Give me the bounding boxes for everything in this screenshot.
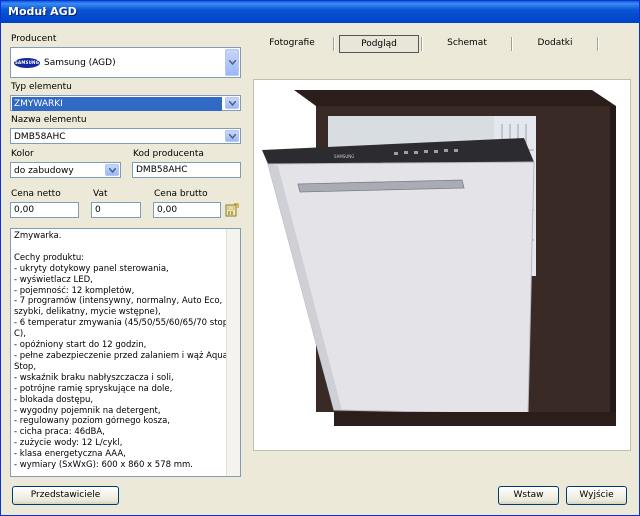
description-line: - pełne zabezpieczenie przed zalaniem i … xyxy=(14,350,228,361)
chevron-down-icon xyxy=(228,100,236,106)
name-select[interactable]: DMB58AHC xyxy=(10,128,241,144)
tab-photos[interactable]: Fotografie xyxy=(253,35,331,53)
name-dropdown-button[interactable] xyxy=(225,130,239,142)
producer-label: Producent xyxy=(11,34,57,44)
app-window: Moduł AGD Producent SAMSUNG Samsung (AGD… xyxy=(0,0,640,516)
tab-separator xyxy=(333,37,335,51)
description-line: - 6 temperatur zmywania (45/50/55/60/65/… xyxy=(14,318,236,329)
producer-select[interactable]: SAMSUNG Samsung (AGD) xyxy=(10,47,241,78)
vat-label: Vat xyxy=(93,189,108,199)
name-value: DMB58AHC xyxy=(14,132,66,142)
product-preview: SAMSUNG xyxy=(253,79,631,451)
description-line xyxy=(14,242,237,253)
type-select[interactable]: ZMYWARKI xyxy=(10,95,241,111)
description-line: szybki, delikatny, mycie wstępne), xyxy=(14,307,161,318)
description-line: - blokada dostępu, xyxy=(14,394,94,405)
dishwasher-image: SAMSUNG xyxy=(262,90,616,426)
description-line: - opóźniony start do 12 godzin, xyxy=(14,340,147,351)
tab-separator xyxy=(597,37,599,51)
tab-separator xyxy=(421,37,423,51)
color-select[interactable]: do zabudowy xyxy=(10,162,121,178)
description-line: - ukryty dotykowy panel sterowania, xyxy=(14,263,169,274)
description-line: - zużycie wody: 12 L/cykl, xyxy=(14,438,123,449)
insert-button[interactable]: Wstaw xyxy=(498,486,559,505)
description-line: - pojemność: 12 kompletów, xyxy=(14,285,135,296)
tab-extras[interactable]: Dodatki xyxy=(515,35,595,53)
description-line: - 7 programów (intensywny, normalny, Aut… xyxy=(14,296,223,307)
producer-dropdown-button[interactable] xyxy=(225,49,239,76)
description-line: - wymiary (SxWxG): 600 x 860 x 578 mm. xyxy=(14,460,193,471)
producer-value: Samsung (AGD) xyxy=(44,58,116,68)
name-label: Nazwa elementu xyxy=(11,115,87,125)
chevron-down-icon xyxy=(108,167,116,173)
color-value: do zabudowy xyxy=(14,166,74,176)
description-textarea[interactable]: Zmywarka. Cechy produktu: - ukryty dotyko… xyxy=(10,228,241,477)
net-price-input[interactable]: 0,00 xyxy=(10,202,79,218)
net-price-label: Cena netto xyxy=(11,189,61,199)
chevron-down-icon xyxy=(228,133,236,139)
type-dropdown-button[interactable] xyxy=(225,97,239,109)
description-scrollbar[interactable] xyxy=(226,229,240,476)
description-line: Zmywarka. xyxy=(14,231,62,241)
description-line: - wyświetlacz LED, xyxy=(14,274,93,285)
appliance-brand: SAMSUNG xyxy=(334,154,354,159)
representatives-button[interactable]: Przedstawiciele xyxy=(12,486,119,505)
tab-scheme[interactable]: Schemat xyxy=(425,35,509,53)
view-tabs: Fotografie Podgląd Schemat Dodatki xyxy=(253,35,631,53)
gross-price-input[interactable]: 0,00 xyxy=(153,202,221,218)
code-input[interactable]: DMB58AHC xyxy=(132,162,241,178)
type-value: ZMYWARKI xyxy=(12,97,222,111)
description-line: Stop, xyxy=(14,361,37,372)
tab-separator xyxy=(511,37,513,51)
vat-input[interactable]: 0 xyxy=(91,202,141,218)
tab-preview[interactable]: Podgląd xyxy=(339,35,419,53)
description-line: - potrójne ramię spryskujące na dole, xyxy=(14,383,173,394)
samsung-logo: SAMSUNG xyxy=(14,58,40,68)
description-line: C), xyxy=(14,329,26,340)
code-label: Kod producenta xyxy=(133,149,204,159)
description-line: - klasa energetyczna AAA, xyxy=(14,449,126,460)
exit-button[interactable]: Wyjście xyxy=(566,486,627,505)
description-text: Zmywarka. Cechy produktu: - ukryty dotyko… xyxy=(14,231,237,471)
description-line: - regulowany poziom górnego kosza, xyxy=(14,416,171,427)
calculator-icon[interactable] xyxy=(225,203,239,217)
description-line: Cechy produktu: xyxy=(14,252,85,263)
chevron-down-icon xyxy=(228,60,236,65)
description-line: - cicha praca: 46dBA, xyxy=(14,427,105,438)
description-line: - wskaźnik braku nabłyszczacza i soli, xyxy=(14,372,174,383)
window-title: Moduł AGD xyxy=(8,5,77,18)
title-bar[interactable]: Moduł AGD xyxy=(1,1,639,23)
gross-price-label: Cena brutto xyxy=(154,189,208,199)
description-line: - wygodny pojemnik na detergent, xyxy=(14,405,161,416)
color-dropdown-button[interactable] xyxy=(105,164,119,176)
type-label: Typ elementu xyxy=(11,82,72,92)
color-label: Kolor xyxy=(11,149,34,159)
